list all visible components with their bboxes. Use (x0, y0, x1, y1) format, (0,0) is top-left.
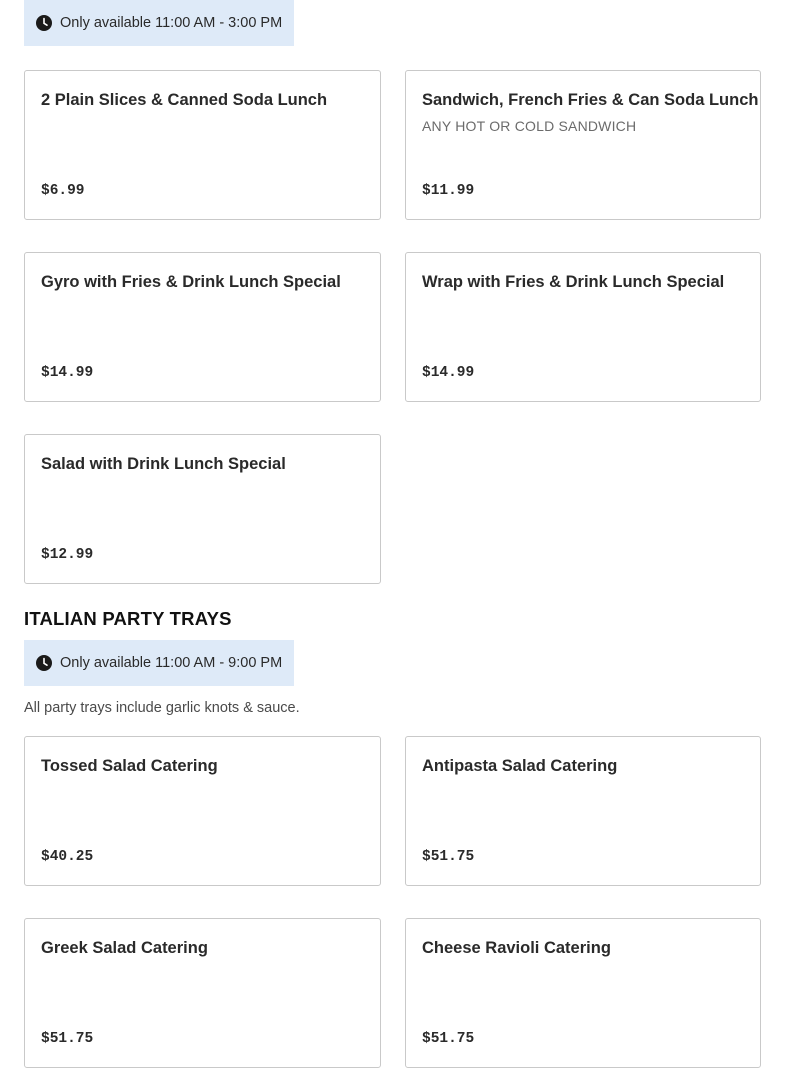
menu-item-price: $11.99 (422, 183, 475, 199)
menu-item-name: Cheese Ravioli Catering (422, 939, 611, 957)
menu-item-card[interactable]: Sandwich, French Fries & Can Soda Lunch … (405, 70, 761, 220)
menu-item-name: Salad with Drink Lunch Special (41, 455, 286, 473)
availability-banner-lunch: Only available 11:00 AM - 3:00 PM (24, 0, 294, 46)
menu-item-price: $51.75 (41, 1031, 94, 1047)
menu-item-price: $14.99 (41, 365, 94, 381)
clock-icon (36, 655, 52, 671)
menu-item-card[interactable]: Cheese Ravioli Catering $51.75 (405, 918, 761, 1068)
clock-icon (36, 15, 52, 31)
menu-item-card[interactable]: 2 Plain Slices & Canned Soda Lunch $6.99 (24, 70, 381, 220)
menu-item-description: ANY HOT OR COLD SANDWICH (422, 118, 637, 134)
menu-item-name: Tossed Salad Catering (41, 757, 218, 775)
availability-text: Only available 11:00 AM - 9:00 PM (60, 655, 283, 671)
section-title: ITALIAN PARTY TRAYS (24, 608, 232, 629)
availability-text: Only available 11:00 AM - 3:00 PM (60, 15, 283, 31)
menu-item-name: Wrap with Fries & Drink Lunch Special (422, 273, 725, 291)
menu-item-price: $51.75 (422, 849, 475, 865)
menu-item-card[interactable]: Tossed Salad Catering $40.25 (24, 736, 381, 886)
menu-item-name: Antipasta Salad Catering (422, 757, 618, 775)
section-note: All party trays include garlic knots & s… (24, 700, 300, 716)
menu-item-price: $6.99 (41, 183, 85, 199)
menu-item-name: Sandwich, French Fries & Can Soda Lunch (422, 91, 759, 109)
menu-item-card[interactable]: Wrap with Fries & Drink Lunch Special $1… (405, 252, 761, 402)
menu-item-price: $12.99 (41, 547, 94, 563)
menu-item-name: Greek Salad Catering (41, 939, 208, 957)
menu-item-price: $51.75 (422, 1031, 475, 1047)
menu-item-card[interactable]: Salad with Drink Lunch Special $12.99 (24, 434, 381, 584)
menu-item-card[interactable]: Gyro with Fries & Drink Lunch Special $1… (24, 252, 381, 402)
menu-item-price: $14.99 (422, 365, 475, 381)
availability-banner-party-trays: Only available 11:00 AM - 9:00 PM (24, 640, 294, 686)
menu-item-card[interactable]: Antipasta Salad Catering $51.75 (405, 736, 761, 886)
menu-item-name: Gyro with Fries & Drink Lunch Special (41, 273, 341, 291)
menu-item-price: $40.25 (41, 849, 94, 865)
menu-item-name: 2 Plain Slices & Canned Soda Lunch (41, 91, 328, 109)
menu-item-card[interactable]: Greek Salad Catering $51.75 (24, 918, 381, 1068)
